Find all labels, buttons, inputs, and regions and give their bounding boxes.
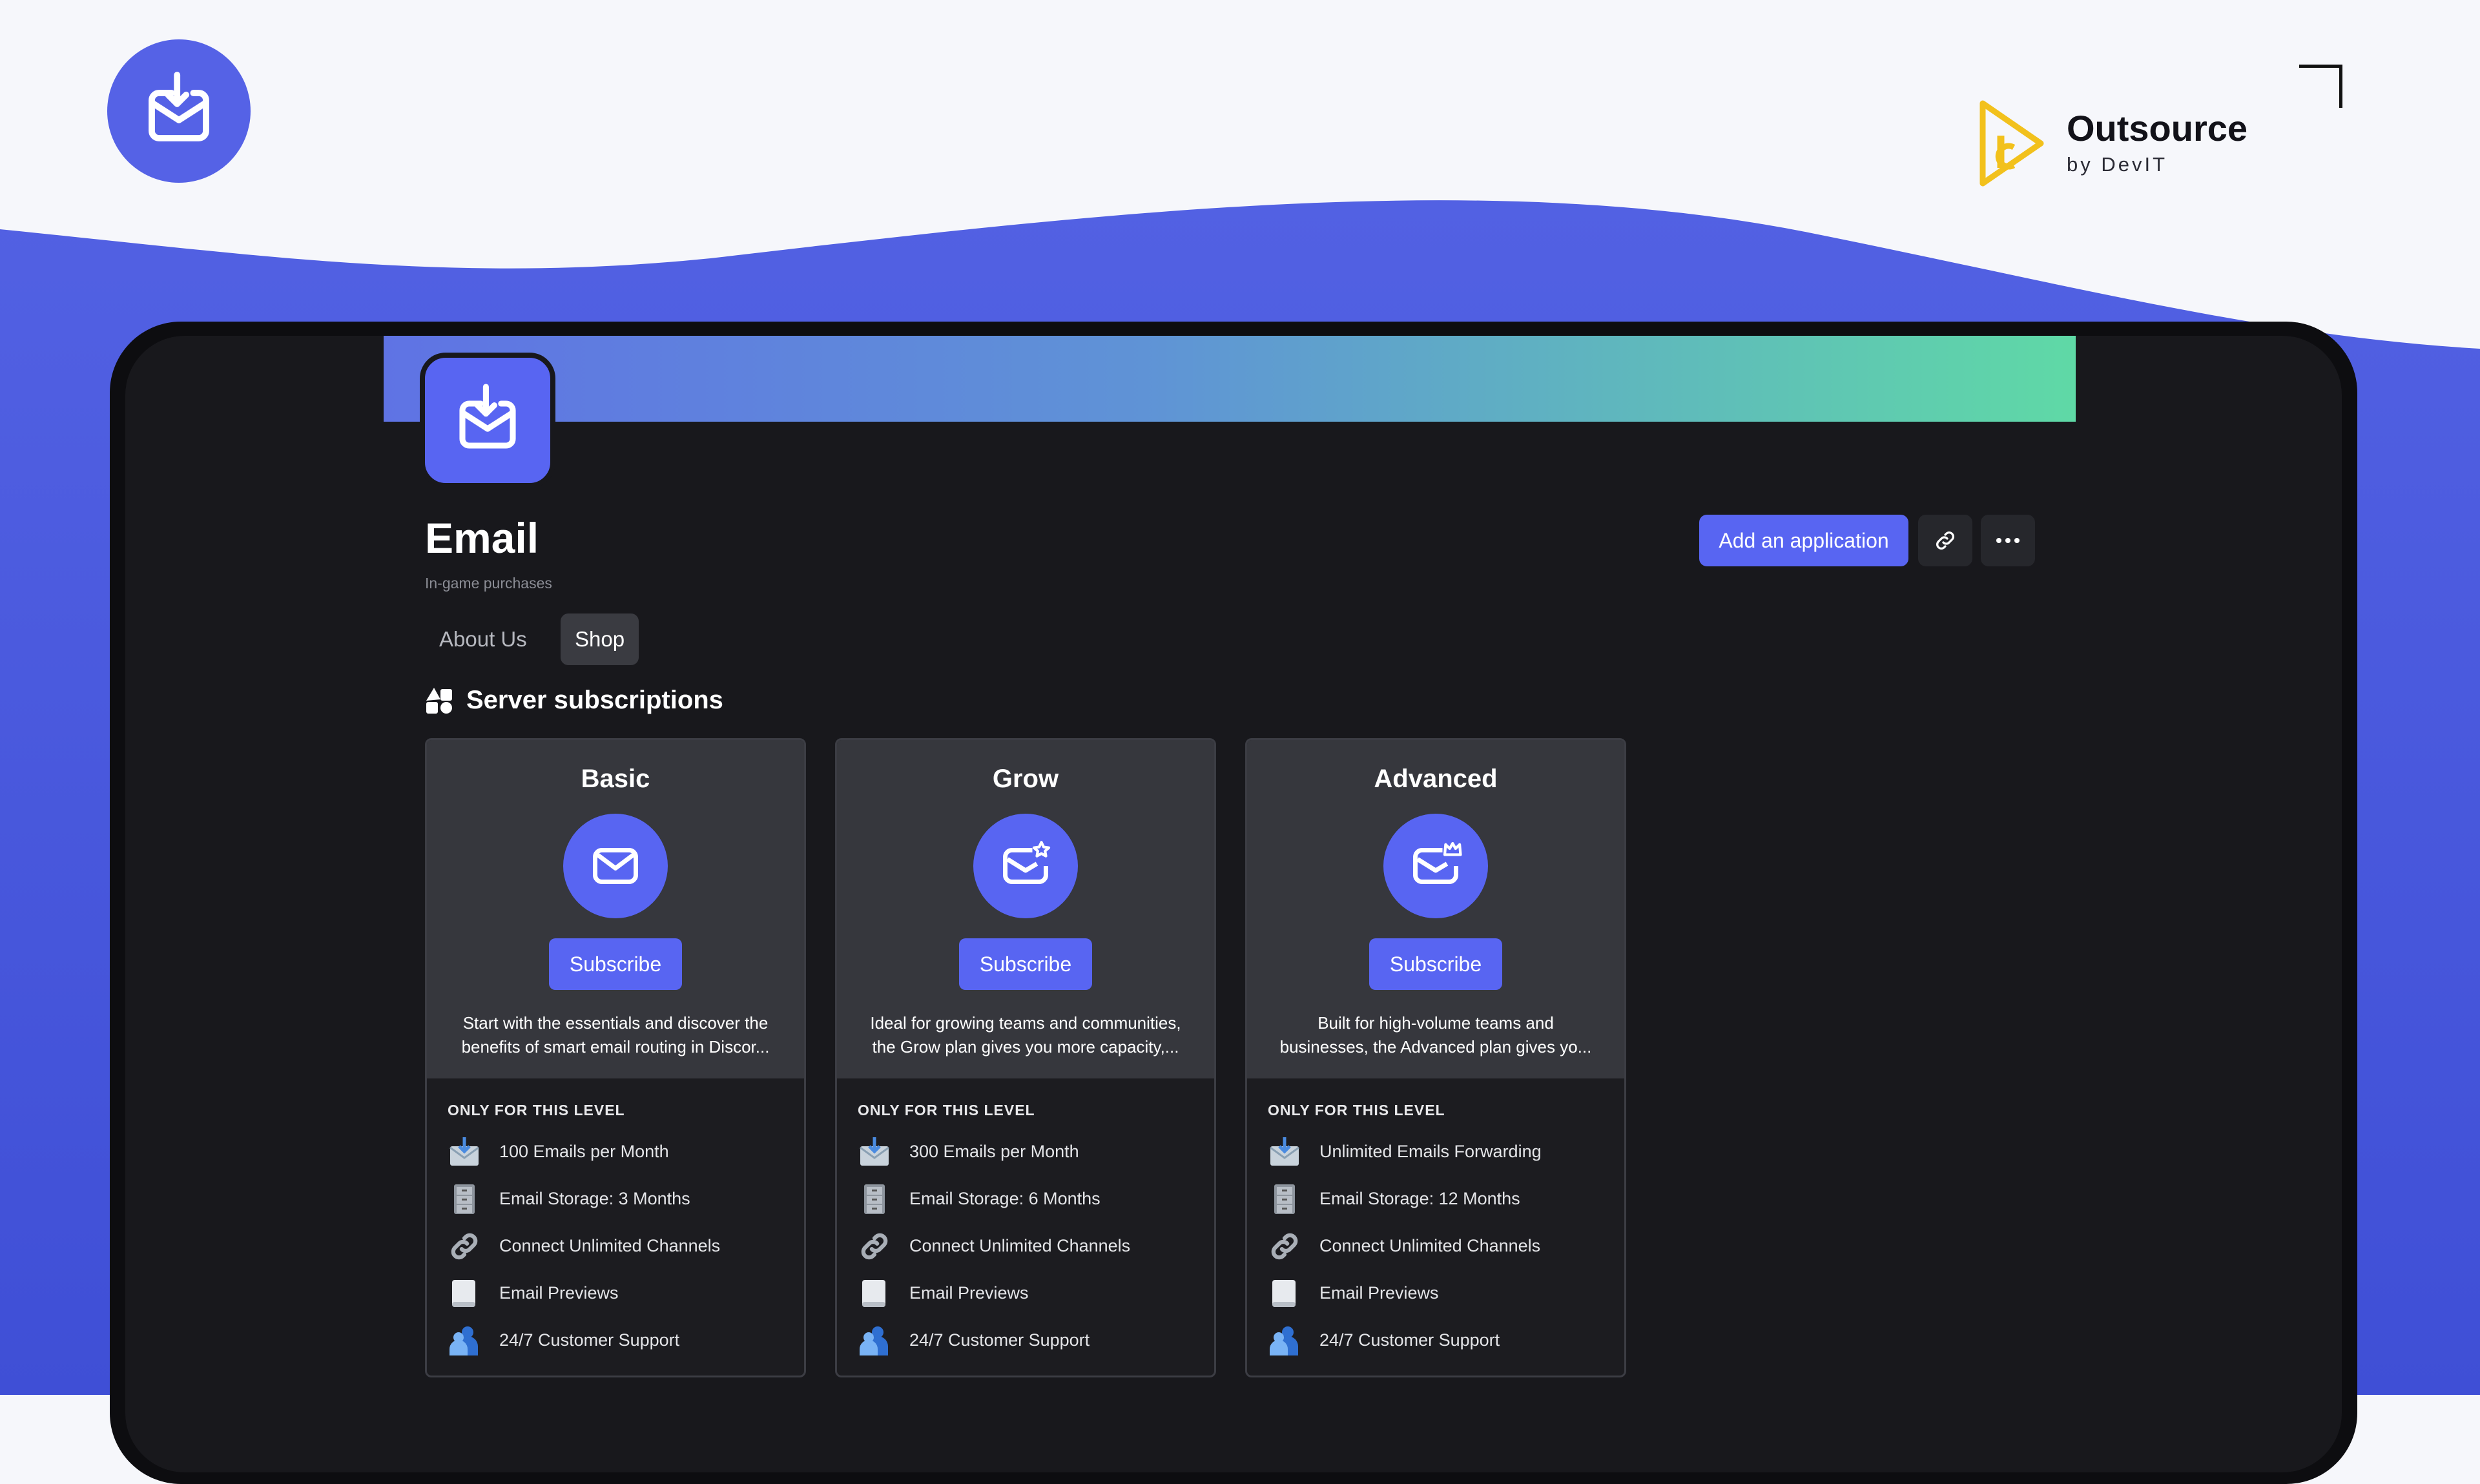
perk-item: Connect Unlimited Channels	[1268, 1222, 1604, 1270]
page-subtitle: In-game purchases	[425, 575, 552, 592]
subscribe-button[interactable]: Subscribe	[1369, 938, 1502, 990]
link-icon	[1936, 531, 1954, 550]
scroll-icon	[1268, 1277, 1301, 1310]
perk-item: 100 Emails per Month	[448, 1128, 783, 1175]
tab-shop[interactable]: Shop	[561, 613, 639, 665]
perk-item: Email Previews	[448, 1270, 783, 1317]
perk-item: Email Storage: 3 Months	[448, 1175, 783, 1222]
file-cabinet-icon	[448, 1182, 481, 1216]
perk-item: 24/7 Customer Support	[1268, 1317, 1604, 1364]
link-icon	[1268, 1230, 1301, 1263]
level-label: ONLY FOR THIS LEVEL	[858, 1102, 1035, 1118]
section-header: Server subscriptions	[425, 686, 723, 715]
ellipsis-icon	[1996, 538, 2020, 543]
link-icon	[448, 1230, 481, 1263]
support-people-icon	[858, 1324, 891, 1357]
subscribe-button[interactable]: Subscribe	[959, 938, 1092, 990]
file-cabinet-icon	[858, 1182, 891, 1216]
inbox-download-icon	[459, 384, 516, 449]
file-cabinet-icon	[1268, 1182, 1301, 1216]
outsource-brand: Outsource by DevIT	[1976, 97, 2248, 187]
perk-item: Connect Unlimited Channels	[448, 1222, 783, 1270]
page-title: Email	[425, 514, 539, 562]
plan-card-advanced: Advanced Subscribe Built for high-volume…	[1245, 738, 1626, 1377]
more-options-button[interactable]	[1981, 515, 2035, 566]
perk-item: 300 Emails per Month	[858, 1128, 1194, 1175]
shapes-icon	[426, 687, 452, 714]
support-people-icon	[448, 1324, 481, 1357]
envelope-icon	[563, 814, 668, 918]
add-application-button[interactable]: Add an application	[1699, 515, 1908, 566]
plan-name: Grow	[992, 765, 1059, 793]
perk-item: Email Previews	[1268, 1270, 1604, 1317]
plan-name: Basic	[581, 765, 650, 793]
envelope-crown-icon	[1383, 814, 1488, 918]
app-logo	[107, 39, 251, 183]
app-avatar	[420, 353, 555, 488]
plan-card-grow: Grow Subscribe Ideal for growing teams a…	[835, 738, 1216, 1377]
perk-item: 24/7 Customer Support	[858, 1317, 1194, 1364]
plan-description: Ideal for growing teams and communities,…	[870, 1013, 1181, 1056]
section-title: Server subscriptions	[466, 686, 723, 714]
incoming-mail-icon	[448, 1135, 481, 1169]
perk-item: 24/7 Customer Support	[448, 1317, 783, 1364]
perk-item: Unlimited Emails Forwarding	[1268, 1128, 1604, 1175]
profile-banner	[384, 336, 2076, 422]
subscribe-button[interactable]: Subscribe	[549, 938, 682, 990]
plan-card-basic: Basic Subscribe Start with the essential…	[425, 738, 806, 1377]
plan-description: Built for high-volume teams and businesse…	[1279, 1013, 1592, 1056]
corner-mark	[2299, 65, 2342, 108]
perk-item: Connect Unlimited Channels	[858, 1222, 1194, 1270]
brand-title: Outsource	[2067, 107, 2248, 149]
copy-link-button[interactable]	[1918, 515, 1972, 566]
incoming-mail-icon	[1268, 1135, 1301, 1169]
plan-name: Advanced	[1374, 765, 1498, 793]
level-label: ONLY FOR THIS LEVEL	[448, 1102, 625, 1118]
perk-item: Email Storage: 12 Months	[1268, 1175, 1604, 1222]
tab-about-us[interactable]: About Us	[425, 613, 541, 665]
scroll-icon	[448, 1277, 481, 1310]
level-label: ONLY FOR THIS LEVEL	[1268, 1102, 1445, 1118]
incoming-mail-icon	[858, 1135, 891, 1169]
envelope-star-icon	[973, 814, 1078, 918]
link-icon	[858, 1230, 891, 1263]
support-people-icon	[1268, 1324, 1301, 1357]
perk-item: Email Previews	[858, 1270, 1194, 1317]
inbox-download-icon	[149, 72, 209, 141]
perk-item: Email Storage: 6 Months	[858, 1175, 1194, 1222]
brand-subtitle: by DevIT	[2067, 152, 2168, 176]
devit-logo-icon	[1979, 100, 2044, 187]
scroll-icon	[858, 1277, 891, 1310]
plan-description: Start with the essentials and discover t…	[461, 1013, 770, 1056]
